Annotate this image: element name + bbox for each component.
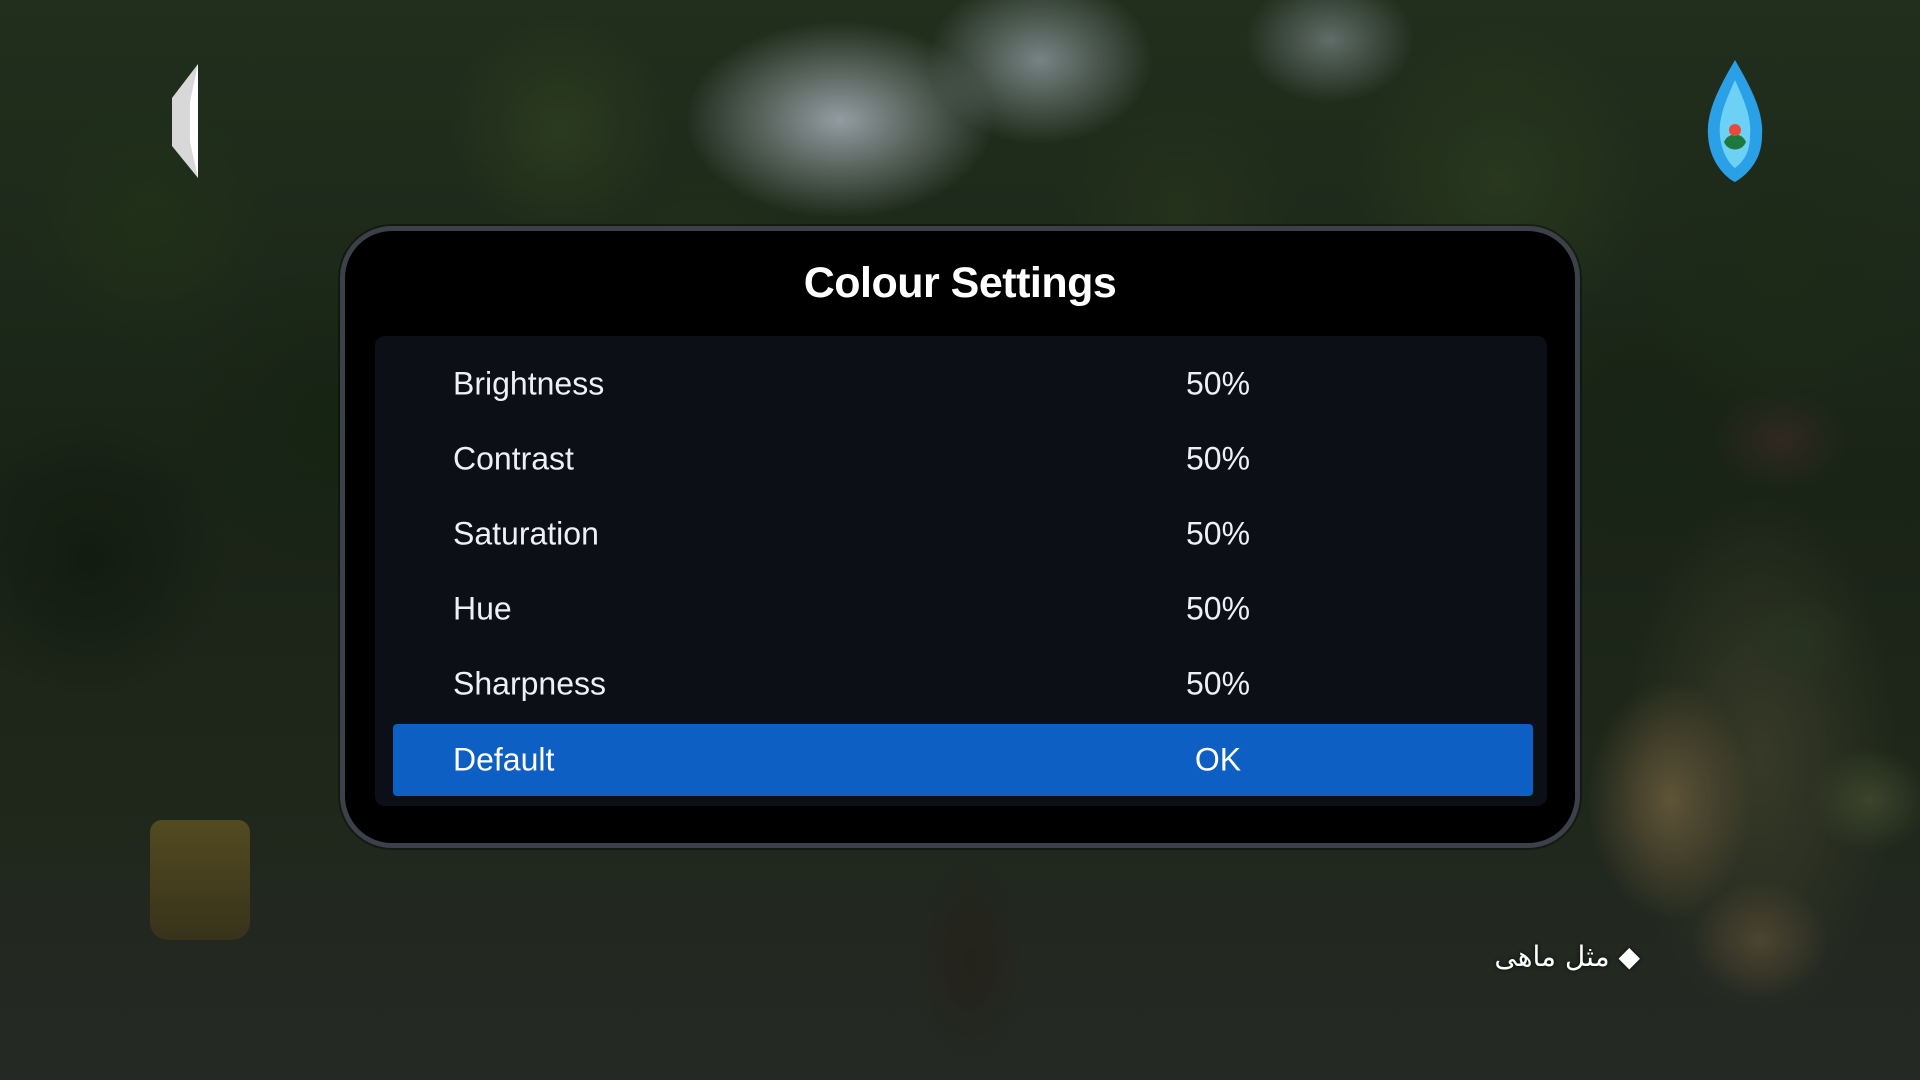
- setting-value: 50%: [1185, 590, 1251, 627]
- channel-logo-icon: [1707, 60, 1763, 182]
- setting-row-sharpness[interactable]: Sharpness 50%: [393, 648, 1533, 720]
- setting-label: Default: [453, 741, 555, 778]
- setting-row-saturation[interactable]: Saturation 50%: [393, 498, 1533, 570]
- setting-value: 50%: [1185, 515, 1251, 552]
- setting-row-contrast[interactable]: Contrast 50%: [393, 423, 1533, 495]
- setting-row-brightness[interactable]: Brightness 50%: [393, 348, 1533, 420]
- program-caption: ◆ مثل ماهی: [1494, 940, 1640, 973]
- setting-row-hue[interactable]: Hue 50%: [393, 573, 1533, 645]
- dialog-title: Colour Settings: [803, 259, 1117, 307]
- setting-row-default[interactable]: Default OK: [393, 724, 1533, 796]
- channel-back-logo-icon: [172, 64, 198, 178]
- tv-screen: Colour Settings Brightness 50% Contrast …: [0, 0, 1920, 1080]
- default-ok-button[interactable]: OK: [1153, 742, 1283, 779]
- setting-label: Contrast: [453, 440, 574, 477]
- setting-label: Brightness: [453, 365, 605, 402]
- setting-label: Hue: [453, 590, 512, 627]
- setting-label: Sharpness: [453, 665, 606, 702]
- colour-settings-dialog: Colour Settings Brightness 50% Contrast …: [340, 226, 1580, 848]
- setting-value: 50%: [1185, 665, 1251, 702]
- setting-value: 50%: [1185, 440, 1251, 477]
- setting-label: Saturation: [453, 515, 599, 552]
- setting-value: 50%: [1185, 365, 1251, 402]
- settings-list: Brightness 50% Contrast 50% Saturation 5…: [375, 336, 1547, 806]
